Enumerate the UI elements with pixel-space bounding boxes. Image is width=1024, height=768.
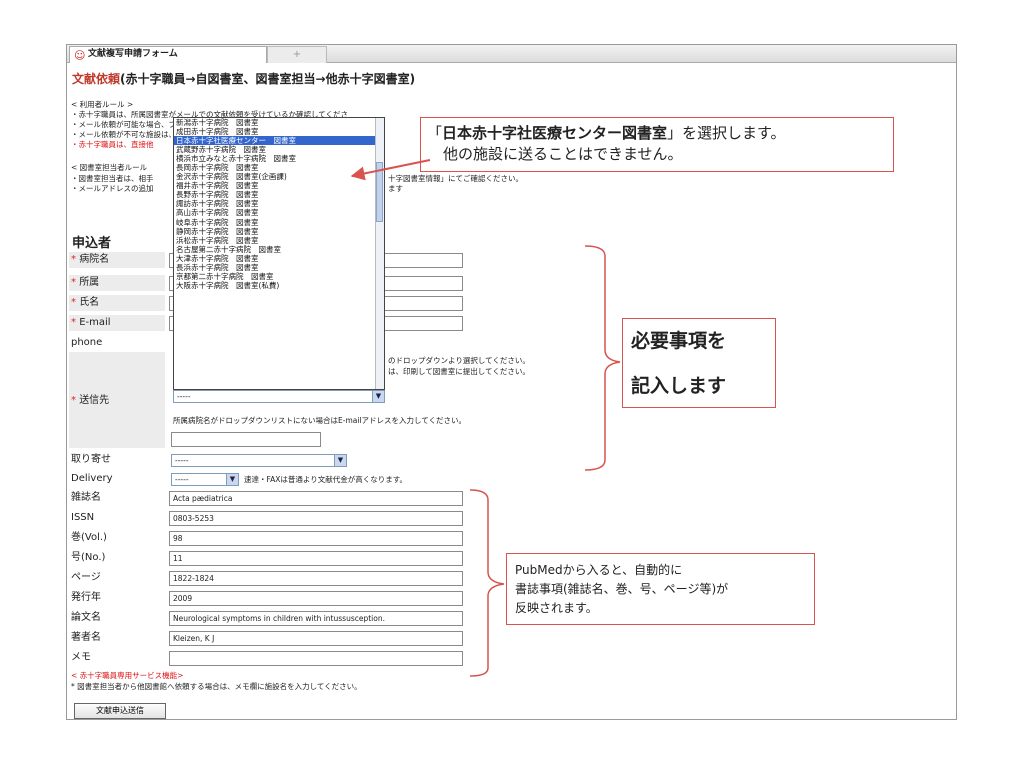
annotation-overlay [350,159,621,677]
callout-arrow [350,159,431,181]
pubmed-bracket [469,489,505,677]
required-bracket [584,245,621,471]
